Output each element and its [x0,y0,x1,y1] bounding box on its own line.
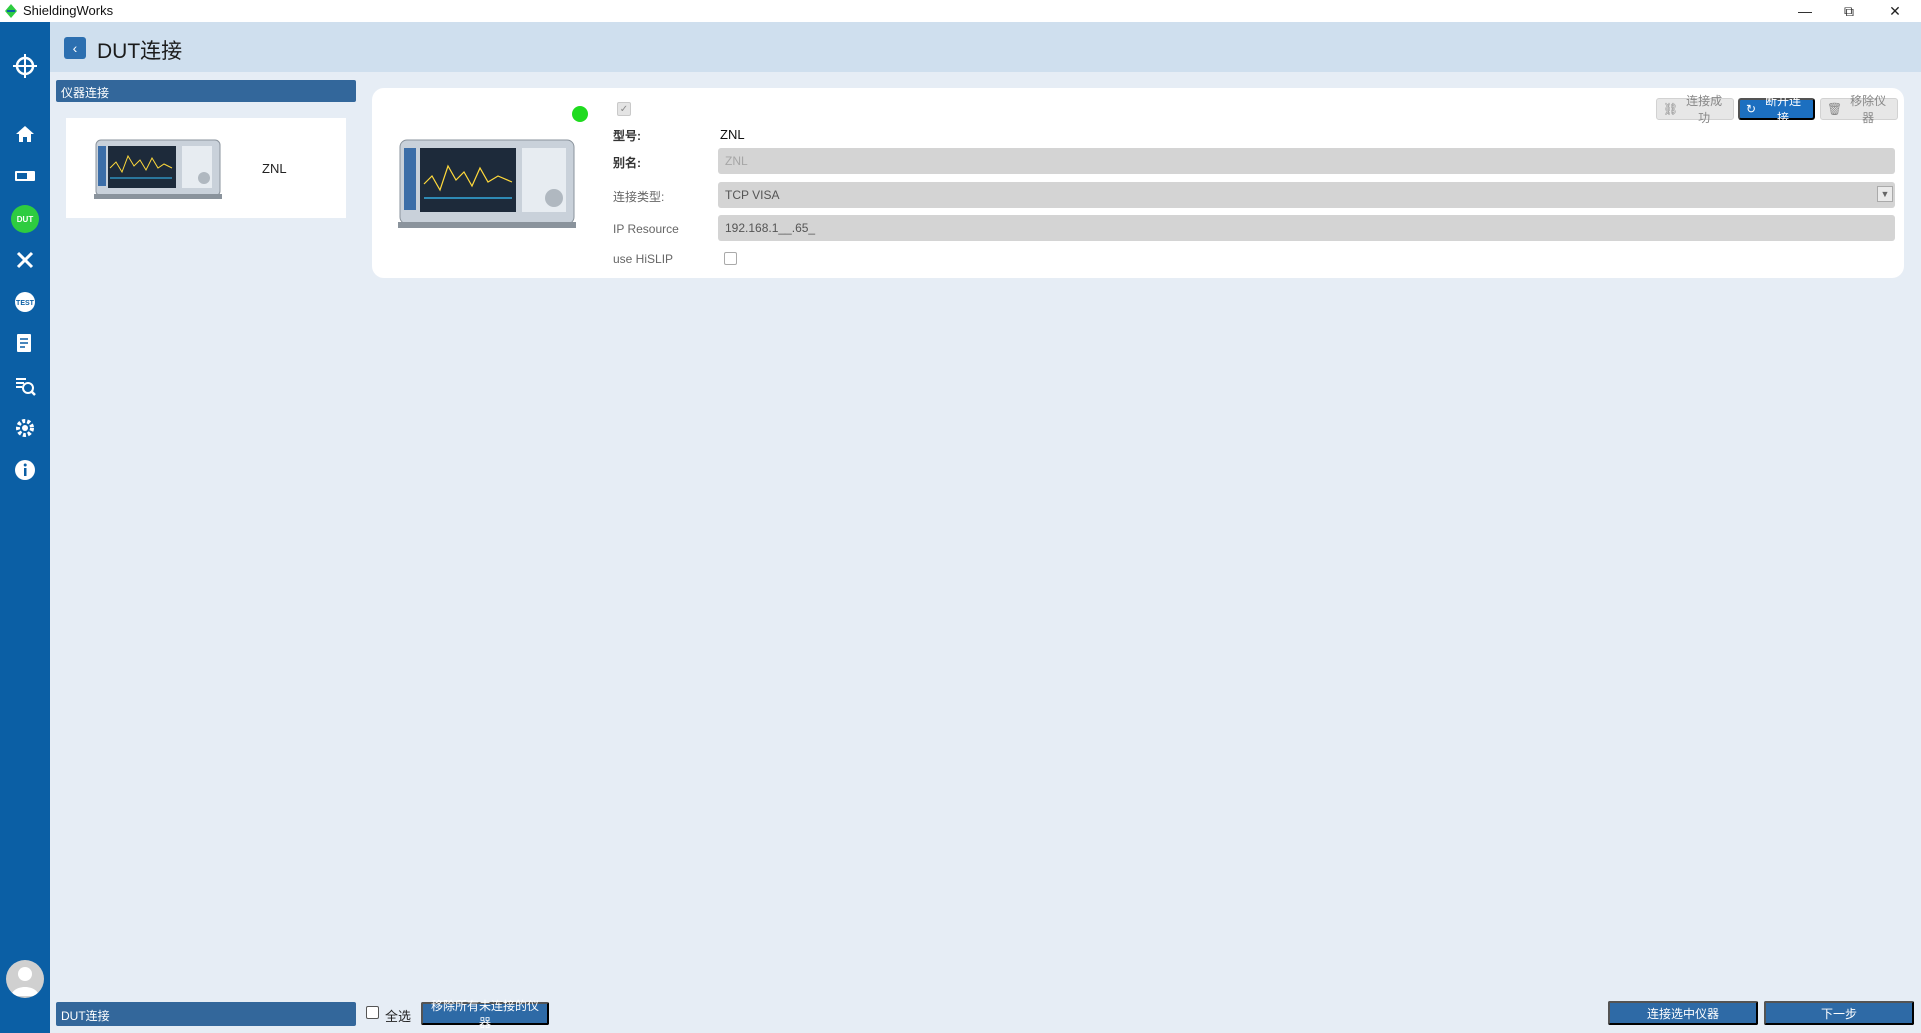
info-icon[interactable] [11,456,39,484]
alias-input[interactable]: ZNL [718,148,1895,174]
back-button[interactable]: ‹ [64,37,86,59]
connection-type-label: 连接类型: [613,190,665,204]
select-all-label[interactable]: 全选 [385,1006,411,1025]
home-icon[interactable] [11,120,39,148]
settings-icon[interactable] [11,414,39,442]
chevron-down-icon[interactable]: ▼ [1877,186,1893,202]
ip-resource-label: IP Resource [613,222,679,236]
connection-status-dot [572,106,588,122]
link-icon: ⛓ [1663,102,1679,116]
app-logo-icon [3,3,19,19]
instrument-list-header: 仪器连接 [56,80,356,102]
user-avatar[interactable] [6,960,44,998]
trash-icon: 🗑 [1827,102,1843,116]
alias-label: 别名: [613,156,641,170]
remove-unconnected-button[interactable]: 移除所有未连接的仪器 [421,999,549,1030]
connection-type-value: TCP VISA [725,188,780,202]
page-title: DUT连接 [97,40,183,63]
model-value: ZNL [720,127,745,142]
bottom-status-bar: DUT连接 [56,1002,356,1026]
instrument-thumbnail [94,138,222,200]
close-button[interactable]: ✕ [1872,0,1918,22]
instrument-card-name: ZNL [262,161,287,176]
svg-text:TEST: TEST [16,300,35,307]
test-icon[interactable]: TEST [11,288,39,316]
ip-resource-input[interactable]: 192.168.1__.65_ [718,215,1895,241]
hislip-label: use HiSLIP [613,252,674,266]
model-label: 型号: [613,129,641,143]
instrument-icon[interactable] [11,162,39,190]
disconnect-button[interactable]: ↻ 断开连接 [1738,94,1815,125]
connection-type-select[interactable]: TCP VISA [718,182,1895,208]
hislip-checkbox[interactable] [724,252,737,265]
search-icon[interactable] [11,372,39,400]
instrument-select-checkbox[interactable]: ✓ [617,102,631,116]
connected-button[interactable]: ⛓ 连接成功 [1656,94,1734,125]
tools-icon[interactable] [11,246,39,274]
select-all-checkbox[interactable] [366,1006,379,1019]
unlink-icon: ↻ [1746,102,1757,116]
instrument-image [398,138,576,230]
next-button[interactable]: 下一步 [1764,1001,1914,1025]
connect-selected-button[interactable]: 连接选中仪器 [1608,1001,1758,1025]
report-icon[interactable] [11,330,39,358]
remove-instrument-button[interactable]: 🗑 移除仪器 [1820,94,1898,125]
maximize-button[interactable]: ⧉ [1826,0,1872,22]
app-brand-icon[interactable] [11,52,39,80]
window-titlebar [0,0,1921,22]
minimize-button[interactable]: — [1782,0,1828,22]
app-title: ShieldingWorks [23,3,114,18]
page-header [50,22,1921,72]
dut-icon[interactable]: DUT [11,205,39,233]
